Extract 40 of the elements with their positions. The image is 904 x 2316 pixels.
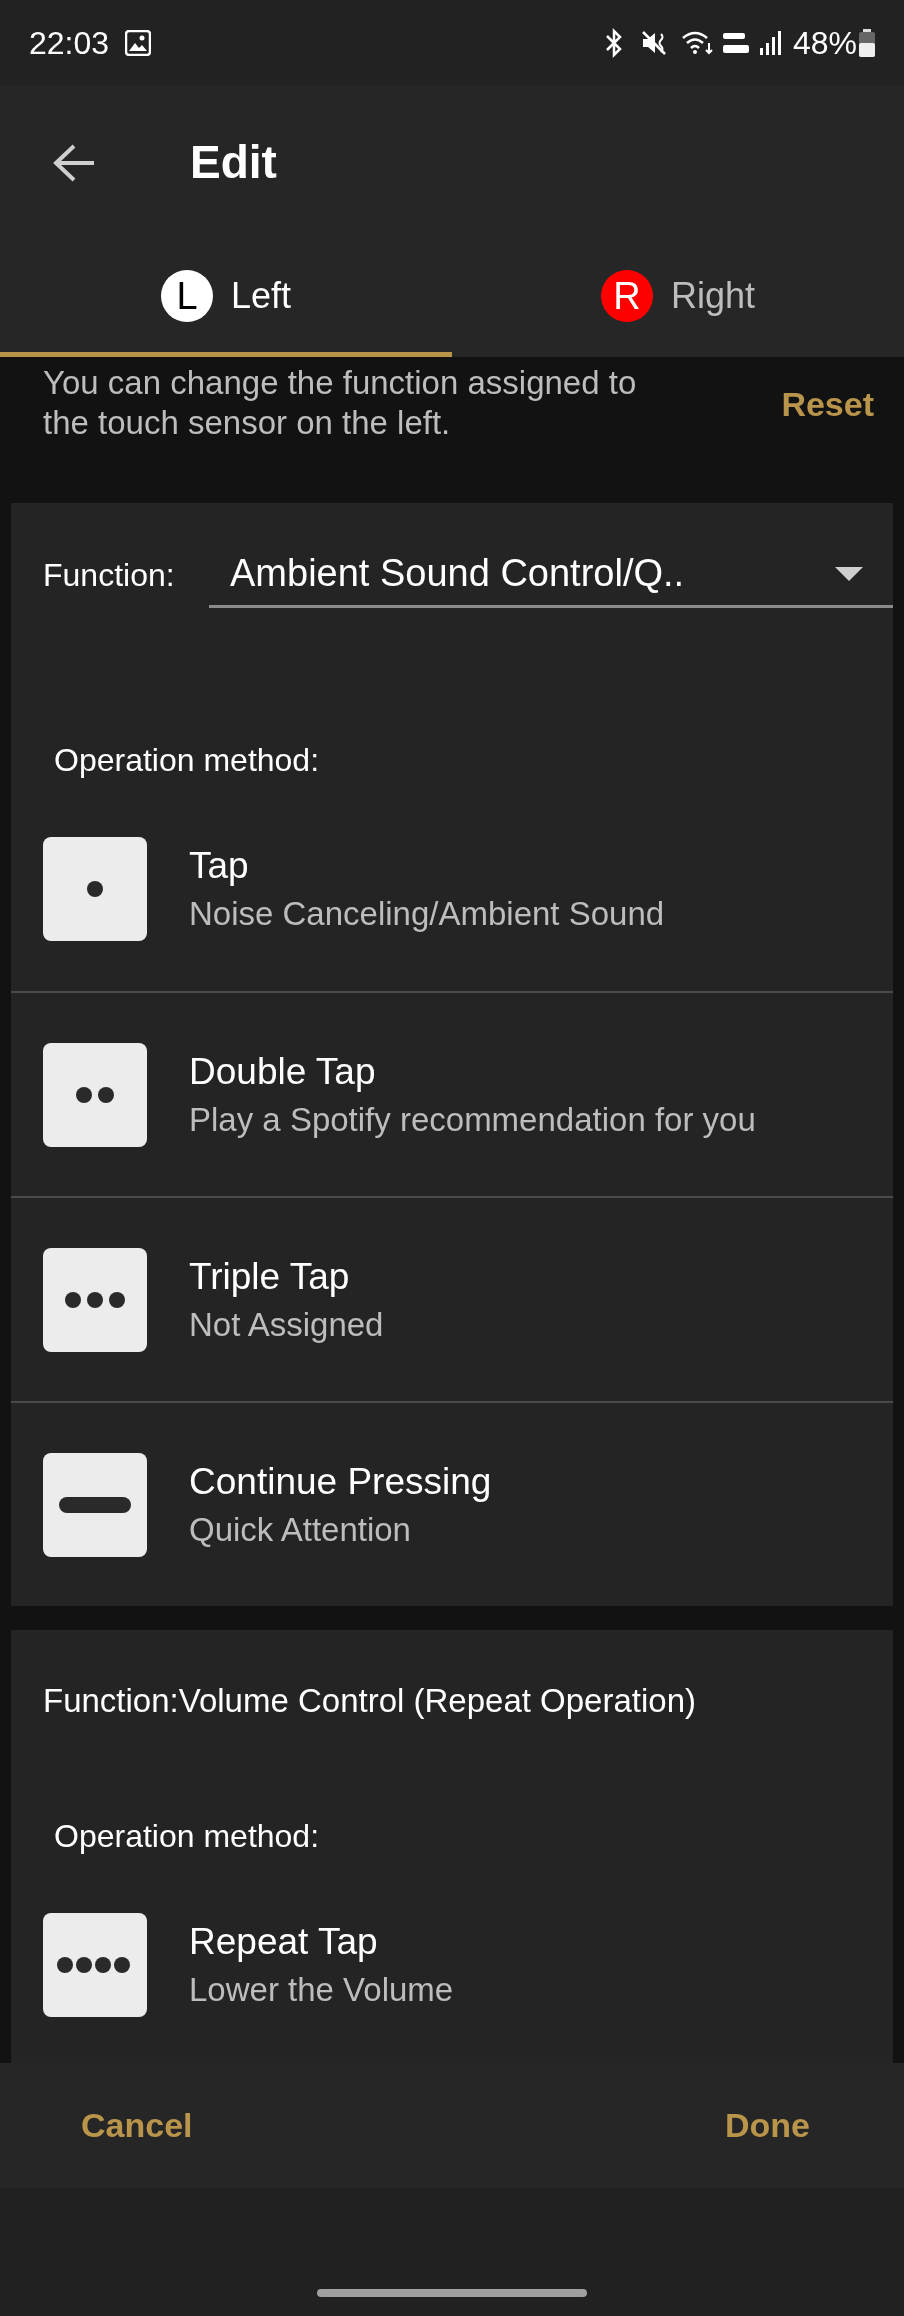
gesture-icon xyxy=(43,836,147,941)
operation-label: Operation method: xyxy=(54,1817,320,1856)
mute-icon xyxy=(640,29,667,56)
cancel-button[interactable]: Cancel xyxy=(81,2100,193,2151)
tab[interactable]: L Left xyxy=(0,240,452,357)
gesture-title: Continue Pressing xyxy=(189,1459,492,1504)
function-text: Function:Volume Control (Repeat Operation) xyxy=(43,1681,696,1722)
signal-icon xyxy=(758,29,783,56)
gesture-icon xyxy=(43,1452,147,1557)
operation-label: Operation method: xyxy=(54,741,320,780)
battery-icon xyxy=(859,28,875,57)
gesture-title: Double Tap xyxy=(189,1049,377,1094)
function-dropdown[interactable]: Ambient Sound Control/Q.. xyxy=(209,542,893,608)
screen-title: Edit xyxy=(190,135,277,190)
gesture-title: Triple Tap xyxy=(189,1254,351,1299)
gesture-icon xyxy=(43,1912,147,2017)
description-text: You can change the function assigned to the touch sensor on the left. xyxy=(43,363,638,443)
tab[interactable]: R Right xyxy=(452,240,904,357)
gesture-icon xyxy=(43,1247,147,1352)
gesture-icon xyxy=(43,1042,147,1147)
gesture-title: Repeat Tap xyxy=(189,1919,379,1964)
reset-button[interactable]: Reset xyxy=(781,379,874,430)
back-arrow-icon[interactable] xyxy=(52,142,96,183)
gesture-action: Noise Canceling/Ambient Sound xyxy=(189,893,665,934)
status-time: 22:03 xyxy=(29,23,110,63)
tab-label: Right xyxy=(670,274,755,318)
gesture-action: Quick Attention xyxy=(189,1509,412,1550)
gesture-title: Tap xyxy=(189,843,250,888)
tab-label: Left xyxy=(230,274,291,318)
side-badge: R xyxy=(600,270,653,322)
image-icon xyxy=(125,29,152,56)
gesture-action: Not Assigned xyxy=(189,1304,384,1345)
done-button[interactable]: Done xyxy=(725,2100,810,2151)
dropdown-value: Ambient Sound Control/Q.. xyxy=(230,551,686,596)
side-badge: L xyxy=(160,270,213,322)
gesture-action: Lower the Volume xyxy=(189,1969,454,2010)
battery-percent: 48% xyxy=(792,23,857,63)
gesture-action: Play a Spotify recommendation for you xyxy=(189,1099,756,1140)
function-label: Function: xyxy=(43,556,176,595)
caret-icon xyxy=(835,566,863,581)
